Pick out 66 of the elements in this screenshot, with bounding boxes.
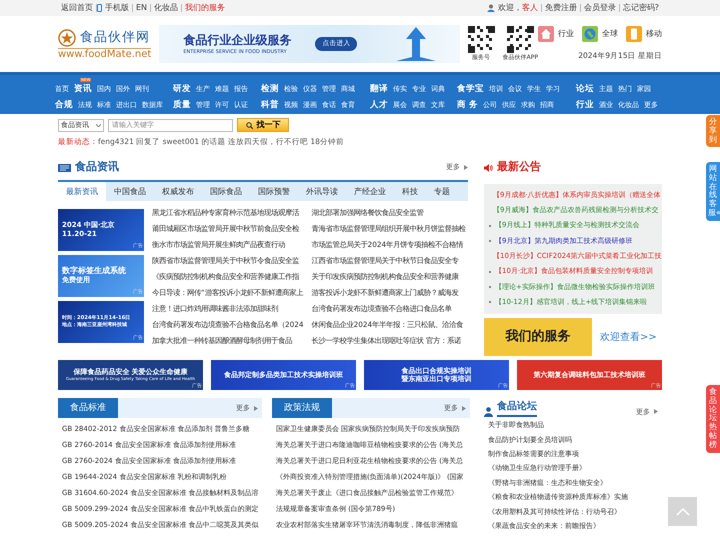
service-banner[interactable]: 我们的服务 <box>484 318 592 356</box>
caret-icon <box>654 409 658 414</box>
user-icon <box>484 407 493 418</box>
nav-link[interactable]: 合规 <box>55 100 73 109</box>
up-arrow-icon <box>396 27 436 61</box>
globe-icon <box>582 26 598 42</box>
top-link[interactable]: 我们的服务 <box>182 2 228 14</box>
service-link[interactable]: 欢迎查看>> <box>600 330 657 345</box>
nav-link[interactable]: 研发 <box>173 84 191 93</box>
nav-link[interactable]: 质量 <box>173 100 191 109</box>
speaker-icon <box>484 164 493 172</box>
section-title: 食品论坛 <box>497 398 537 418</box>
back-to-top-button[interactable] <box>668 497 697 526</box>
guest-link[interactable]: 客人 <box>522 2 541 14</box>
shortcut-link[interactable]: 行业 <box>538 26 574 42</box>
news-icon <box>58 164 71 172</box>
qr-code <box>468 26 495 53</box>
shortcut-link[interactable]: 移动 <box>626 26 662 42</box>
news-tab[interactable]: 国际预警 <box>250 182 298 201</box>
nav-link[interactable]: 食学宝 <box>457 84 484 93</box>
shortcut-link[interactable]: 全球 <box>582 26 618 42</box>
ad-text: 数字标签生成系统 <box>62 266 127 276</box>
nav-link[interactable]: 科普 <box>261 100 279 109</box>
nav-link[interactable]: 行业 <box>576 100 594 109</box>
nav-link[interactable]: 论坛 <box>576 84 594 93</box>
top-link[interactable]: 手机版 <box>102 2 132 14</box>
phone-icon <box>97 4 102 12</box>
nav-link[interactable]: 翻译 <box>370 84 388 93</box>
qr-code <box>506 26 534 53</box>
phone-icon <box>626 26 642 42</box>
section-tab[interactable]: 政策法规 <box>272 398 332 418</box>
news-tab[interactable]: 最新资讯 <box>58 182 106 201</box>
greeting-text: 欢迎， <box>496 2 522 14</box>
chevron-up-icon <box>676 508 690 516</box>
news-tab[interactable]: 专题 <box>426 182 458 201</box>
top-link[interactable]: 会员登录 <box>580 2 619 14</box>
news-tab[interactable]: 外讯导读 <box>298 182 346 201</box>
chevron-down-icon <box>96 124 101 126</box>
nav-link[interactable]: 人才 <box>370 100 388 109</box>
top-link[interactable]: EN <box>133 2 150 14</box>
banner-title: 食品行业企业级服务 <box>183 32 292 49</box>
top-link[interactable]: 返回首页 <box>58 2 96 14</box>
nav-link[interactable]: 商 务 <box>457 100 478 109</box>
logo-icon <box>58 29 76 47</box>
user-icon <box>486 4 495 12</box>
nav-link[interactable]: 检测 <box>261 84 279 93</box>
logo-name: 食品伙伴网 <box>80 29 150 48</box>
top-link[interactable]: 忘记密码? <box>620 2 662 14</box>
section-tab[interactable]: 食品标准 <box>58 398 118 418</box>
side-tab[interactable]: 食品论坛热帖榜 <box>706 385 720 453</box>
caret-icon <box>462 406 466 411</box>
news-tab[interactable]: 中国食品 <box>106 182 154 201</box>
top-link[interactable]: 免费注册 <box>542 2 580 14</box>
search-button[interactable]: 找一下 <box>237 118 289 132</box>
search-icon <box>246 122 252 128</box>
top-link[interactable]: 化妆品 <box>151 2 182 14</box>
section-title: 最新公告 <box>497 159 541 176</box>
house-icon <box>538 26 554 42</box>
news-tab[interactable]: 权威发布 <box>154 182 202 201</box>
caret-icon <box>464 165 468 170</box>
nav-link[interactable]: 资讯 <box>74 84 92 93</box>
caret-icon <box>254 406 258 411</box>
news-tab[interactable]: 产经企业 <box>346 182 394 201</box>
news-tab[interactable]: 国际食品 <box>202 182 250 201</box>
section-title: 食品资讯 <box>75 159 119 176</box>
news-tab[interactable]: 科技 <box>394 182 426 201</box>
